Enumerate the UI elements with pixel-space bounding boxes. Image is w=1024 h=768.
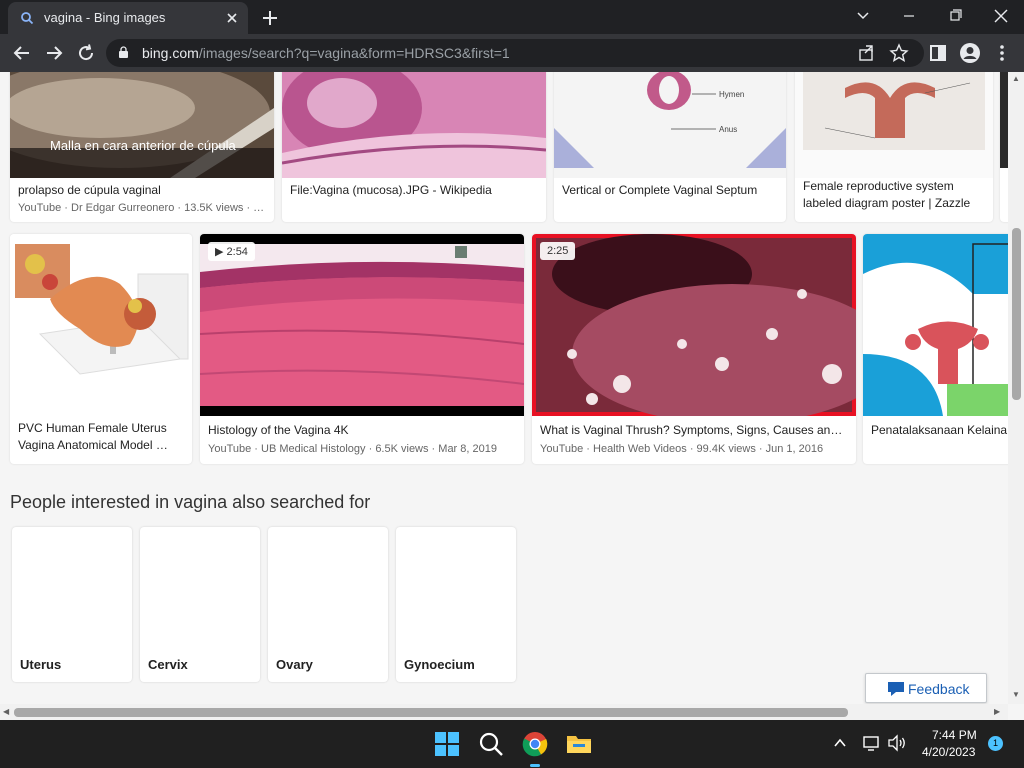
scroll-up-icon[interactable]: ▲	[1012, 74, 1020, 83]
related-search-label: Cervix	[148, 657, 188, 672]
related-search-label: Ovary	[276, 657, 313, 672]
result-thumbnail[interactable]	[282, 72, 546, 178]
chrome-icon[interactable]	[521, 730, 549, 758]
back-icon[interactable]	[10, 41, 34, 65]
video-overlay-caption: Malla en cara anterior de cúpula	[50, 138, 236, 153]
share-icon[interactable]	[856, 42, 878, 64]
feedback-chat-icon	[888, 682, 904, 696]
image-result-card[interactable]: Malla en cara anterior de cúpula prolaps…	[10, 72, 274, 222]
svg-text:Hymen: Hymen	[719, 90, 744, 99]
new-tab-icon[interactable]	[258, 6, 282, 30]
file-explorer-icon[interactable]	[565, 730, 593, 758]
result-thumbnail[interactable]	[1000, 72, 1008, 178]
reload-icon[interactable]	[74, 41, 98, 65]
result-caption[interactable]: Penatalaksanaan Kelaina	[871, 422, 1007, 439]
video-duration-badge: ▶ 2:54	[208, 242, 255, 261]
windows-taskbar: 7:44 PM 4/20/2023 1	[0, 720, 1024, 768]
url-text: bing.com/images/search?q=vagina&form=HDR…	[142, 45, 510, 61]
related-search-gynoecium[interactable]: Gynoecium	[396, 527, 516, 682]
restore-icon[interactable]	[942, 5, 968, 27]
result-meta: YouTube · Health Web Videos · 99.4K view…	[540, 443, 824, 455]
horizontal-scroll-thumb[interactable]	[14, 708, 848, 717]
close-window-icon[interactable]	[988, 5, 1014, 27]
notification-badge[interactable]: 1	[988, 736, 1003, 751]
browser-toolbar: bing.com/images/search?q=vagina&form=HDR…	[0, 34, 1024, 72]
lock-icon[interactable]	[118, 46, 129, 59]
vertical-scrollbar[interactable]: ▲ ▼	[1008, 72, 1024, 704]
clock-date[interactable]: 4/20/2023	[922, 745, 975, 759]
browser-title-bar: vagina - Bing images	[0, 0, 1024, 34]
feedback-label: Feedback	[908, 681, 970, 697]
forward-icon[interactable]	[42, 41, 66, 65]
minimize-icon[interactable]	[896, 5, 922, 27]
image-result-card[interactable]: File:Vagina (mucosa).JPG - Wikipedia	[282, 72, 546, 222]
chevron-up-icon[interactable]	[833, 736, 847, 750]
image-result-card[interactable]: Female reproductive system labeled diagr…	[795, 72, 993, 222]
scroll-down-icon[interactable]: ▼	[1012, 690, 1020, 699]
result-meta: YouTube · UB Medical Histology · 6.5K vi…	[208, 443, 497, 455]
scroll-right-icon[interactable]: ▶	[994, 707, 1000, 716]
result-meta: YouTube · Dr Edgar Gurreonero · 13.5K vi…	[18, 202, 265, 214]
profile-avatar-icon[interactable]	[958, 41, 982, 65]
result-thumbnail[interactable]	[863, 234, 1013, 416]
address-bar[interactable]: bing.com/images/search?q=vagina&form=HDR…	[106, 39, 924, 67]
result-caption[interactable]: Vertical or Complete Vaginal Septum	[562, 182, 782, 199]
vertical-scroll-thumb[interactable]	[1012, 228, 1021, 400]
result-thumbnail[interactable]	[200, 234, 524, 416]
result-caption[interactable]: PVC Human Female Uterus Vagina Anatomica…	[18, 420, 186, 454]
image-result-card[interactable]: Penatalaksanaan Kelaina	[863, 234, 1013, 464]
side-panel-icon[interactable]	[926, 41, 950, 65]
tab-search-chevron-icon[interactable]	[850, 5, 876, 27]
browser-tab[interactable]: vagina - Bing images	[8, 2, 248, 34]
video-duration-badge: 2:25	[540, 242, 576, 260]
related-searches-title: People interested in vagina also searche…	[10, 492, 371, 512]
close-tab-icon[interactable]	[222, 8, 242, 28]
play-icon: ▶	[215, 246, 227, 258]
image-result-card[interactable]: Hymen Anus Vertical or Complete Vaginal …	[554, 72, 786, 222]
related-search-uterus[interactable]: Uterus	[12, 527, 132, 682]
related-search-cervix[interactable]: Cervix	[140, 527, 260, 682]
clock-time[interactable]: 7:44 PM	[932, 728, 977, 742]
page-content: Malla en cara anterior de cúpula prolaps…	[0, 72, 1024, 720]
related-search-ovary[interactable]: Ovary	[268, 527, 388, 682]
network-icon[interactable]	[862, 734, 882, 752]
result-thumbnail[interactable]	[532, 234, 856, 416]
volume-icon[interactable]	[887, 734, 907, 752]
image-result-card-selected[interactable]: 2:25 What is Vaginal Thrush? Symptoms, S…	[532, 234, 856, 464]
result-caption[interactable]: File:Vagina (mucosa).JPG - Wikipedia	[290, 182, 540, 199]
related-search-label: Uterus	[20, 657, 62, 672]
result-thumbnail[interactable]	[10, 72, 274, 178]
windows-start-icon[interactable]	[433, 730, 461, 758]
result-thumbnail[interactable]	[10, 234, 192, 412]
scroll-left-icon[interactable]: ◀	[3, 707, 9, 716]
search-icon	[21, 12, 34, 25]
tab-title: vagina - Bing images	[44, 10, 166, 25]
image-result-card[interactable]: ▶ 2:54 Histology of the Vagina 4K YouTub…	[200, 234, 524, 464]
result-caption[interactable]: Female reproductive system labeled diagr…	[803, 178, 989, 212]
result-thumbnail[interactable]: Hymen Anus	[554, 72, 786, 178]
active-app-indicator	[530, 764, 540, 767]
result-caption[interactable]: prolapso de cúpula vaginal	[18, 182, 268, 199]
result-caption[interactable]: What is Vaginal Thrush? Symptoms, Signs,…	[540, 422, 850, 439]
more-menu-icon[interactable]	[990, 41, 1014, 65]
bookmark-star-icon[interactable]	[888, 42, 910, 64]
search-icon[interactable]	[477, 730, 505, 758]
svg-text:Anus: Anus	[719, 125, 737, 134]
result-caption[interactable]: Histology of the Vagina 4K	[208, 422, 518, 439]
horizontal-scrollbar[interactable]: ◀ ▶	[0, 704, 1008, 720]
related-search-label: Gynoecium	[404, 657, 475, 672]
result-thumbnail[interactable]	[795, 72, 993, 178]
feedback-button[interactable]: Feedback	[865, 673, 987, 703]
image-result-card[interactable]: PVC Human Female Uterus Vagina Anatomica…	[10, 234, 192, 464]
